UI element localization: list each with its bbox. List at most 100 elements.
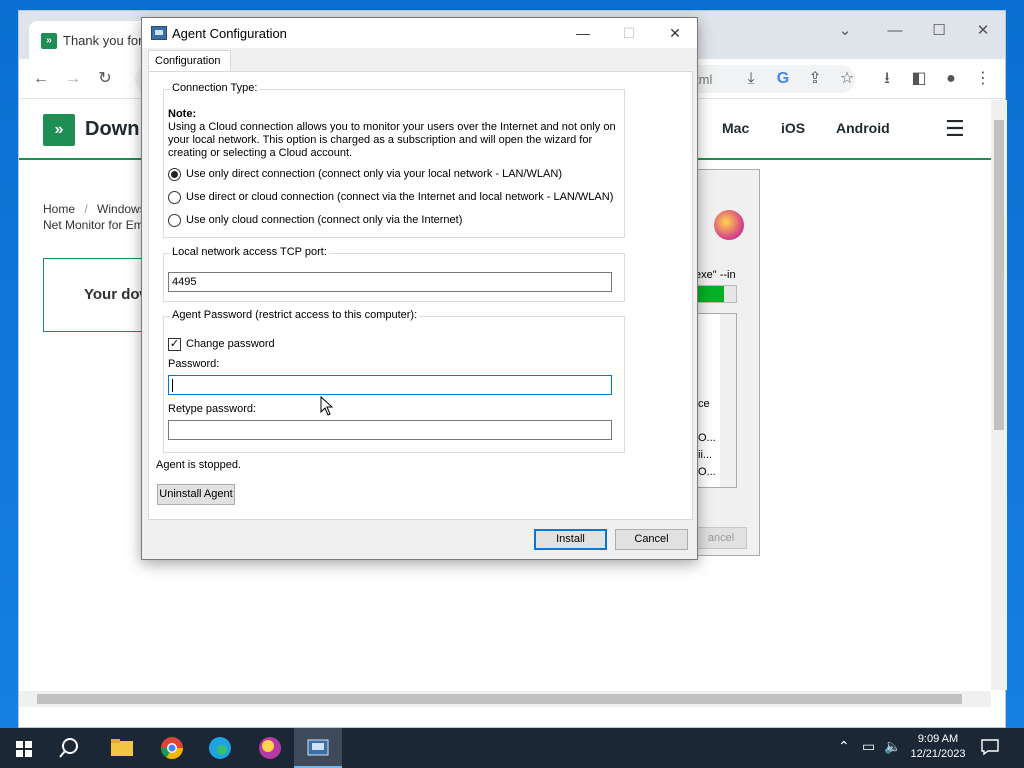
downloads-icon[interactable]: ⭳: [873, 65, 901, 93]
taskbar-installer-app[interactable]: [246, 728, 294, 768]
network-icon[interactable]: ▭: [862, 738, 875, 755]
text-caret: [172, 379, 173, 392]
browser-minimize-button[interactable]: —: [875, 17, 915, 45]
taskbar-edge[interactable]: [196, 728, 244, 768]
agent-app-icon: [307, 739, 329, 756]
installer-log-list[interactable]: ce O... ii... O...: [695, 313, 737, 488]
tab-configuration[interactable]: Configuration: [148, 50, 231, 72]
log-line: ii...: [698, 449, 713, 461]
site-logo-text[interactable]: Down: [85, 118, 139, 141]
installer-log-scrollbar[interactable]: [720, 314, 736, 487]
agent-app-icon: [151, 26, 167, 40]
radio-button[interactable]: [168, 214, 181, 227]
chrome-icon: [161, 737, 183, 759]
windows-logo-icon: [16, 741, 32, 757]
radio-label[interactable]: Use only direct connection (connect only…: [186, 168, 562, 180]
page-vertical-scrollbar[interactable]: [991, 100, 1007, 690]
connection-type-group: Connection Type: Note: Using a Cloud con…: [163, 82, 625, 238]
tab-search-icon[interactable]: ⌄: [825, 17, 865, 45]
share-icon[interactable]: ⇪: [801, 65, 829, 93]
page-vertical-scroll-thumb[interactable]: [994, 120, 1004, 430]
search-icon: [59, 738, 78, 758]
change-password-label[interactable]: Change password: [186, 338, 275, 350]
edge-icon: [209, 737, 231, 759]
radio-label[interactable]: Use direct or cloud connection (connect …: [186, 191, 613, 203]
installer-cancel-button[interactable]: ancel: [695, 527, 747, 549]
breadcrumb-separator: /: [84, 202, 88, 216]
taskbar: ⌃ ▭ 🔈 9:09 AM 12/21/2023: [0, 728, 1024, 768]
radio-label[interactable]: Use only cloud connection (connect only …: [186, 214, 462, 226]
log-line: O...: [698, 466, 716, 478]
taskbar-file-explorer[interactable]: [98, 728, 146, 768]
note-title: Note:: [168, 108, 197, 120]
breadcrumb: Home / Windows: [43, 202, 146, 216]
notification-center-icon[interactable]: [980, 738, 1000, 756]
tcp-port-group: Local network access TCP port: 4495: [163, 246, 625, 302]
log-line: ce: [698, 398, 710, 410]
configuration-tab-panel: Connection Type: Note: Using a Cloud con…: [148, 71, 693, 520]
installer-progress-fill: [696, 286, 724, 302]
dialog-title: Agent Configuration: [172, 26, 287, 41]
page-horizontal-scrollbar[interactable]: [19, 691, 991, 707]
install-button[interactable]: Install: [534, 529, 607, 550]
retype-password-label: Retype password:: [168, 403, 257, 415]
radio-button[interactable]: [168, 168, 181, 181]
download-site-favicon-icon: »: [41, 33, 57, 49]
mouse-cursor-icon: [320, 396, 334, 416]
page-horizontal-scroll-thumb[interactable]: [37, 694, 962, 704]
volume-muted-icon[interactable]: 🔈: [884, 738, 901, 755]
dialog-close-button[interactable]: ✕: [652, 18, 698, 48]
installer-progress-bar: [695, 285, 737, 303]
agent-configuration-dialog: Agent Configuration — ☐ ✕ Configuration …: [141, 17, 698, 560]
tcp-port-input[interactable]: 4495: [168, 272, 612, 292]
nav-link-ios[interactable]: iOS: [781, 120, 805, 136]
browser-maximize-button[interactable]: ☐: [919, 17, 959, 45]
folder-icon: [111, 739, 133, 756]
nav-link-android[interactable]: Android: [836, 120, 890, 136]
start-button[interactable]: [0, 728, 48, 768]
connection-type-legend: Connection Type:: [170, 82, 260, 94]
side-panel-icon[interactable]: ◧: [905, 65, 933, 93]
clock-date: 12/21/2023: [910, 748, 966, 760]
clock-time: 9:09 AM: [917, 733, 959, 745]
password-label: Password:: [168, 358, 220, 370]
forward-arrow-icon[interactable]: →: [59, 65, 87, 93]
cancel-button[interactable]: Cancel: [615, 529, 688, 550]
log-line: O...: [698, 432, 716, 444]
installer-app-icon: [259, 737, 281, 759]
dialog-titlebar[interactable]: Agent Configuration — ☐ ✕: [142, 18, 697, 48]
google-translate-icon[interactable]: G: [769, 65, 797, 93]
password-input[interactable]: [168, 375, 612, 395]
reload-icon[interactable]: ↻: [91, 65, 119, 93]
uninstall-agent-button[interactable]: Uninstall Agent: [157, 484, 235, 505]
site-logo-icon[interactable]: »: [43, 114, 75, 146]
taskbar-chrome[interactable]: [148, 728, 196, 768]
profile-avatar-icon[interactable]: ●: [937, 65, 965, 93]
agent-status-text: Agent is stopped.: [156, 459, 242, 471]
installer-app-icon: [714, 210, 744, 240]
taskbar-clock[interactable]: 9:09 AM 12/21/2023: [906, 732, 970, 762]
dialog-minimize-button[interactable]: —: [560, 18, 606, 48]
retype-password-input[interactable]: [168, 420, 612, 440]
hamburger-menu-icon[interactable]: ☰: [945, 116, 965, 142]
install-app-icon[interactable]: ⤓: [737, 65, 765, 93]
taskbar-agent-configuration[interactable]: [294, 728, 342, 768]
agent-password-group: Agent Password (restrict access to this …: [163, 309, 625, 453]
nav-link-mac[interactable]: Mac: [722, 120, 749, 136]
breadcrumb-windows[interactable]: Windows: [97, 202, 146, 216]
back-arrow-icon[interactable]: ←: [27, 65, 55, 93]
bookmark-star-icon[interactable]: ☆: [833, 65, 861, 93]
agent-password-legend: Agent Password (restrict access to this …: [170, 309, 420, 321]
installer-command-text: exe" --in: [695, 269, 736, 281]
tray-show-hidden-icon[interactable]: ⌃: [838, 738, 850, 755]
dialog-maximize-button: ☐: [622, 25, 636, 41]
browser-tab-title: Thank you for c: [63, 33, 153, 48]
radio-button[interactable]: [168, 191, 181, 204]
search-button[interactable]: [48, 728, 96, 768]
breadcrumb-product[interactable]: Net Monitor for Em: [43, 218, 144, 232]
tcp-port-legend: Local network access TCP port:: [170, 246, 329, 258]
browser-close-button[interactable]: ✕: [963, 17, 1003, 45]
more-menu-icon[interactable]: ⋮: [969, 65, 997, 93]
breadcrumb-home[interactable]: Home: [43, 202, 75, 216]
checkbox-checked-icon[interactable]: ✓: [168, 338, 181, 351]
